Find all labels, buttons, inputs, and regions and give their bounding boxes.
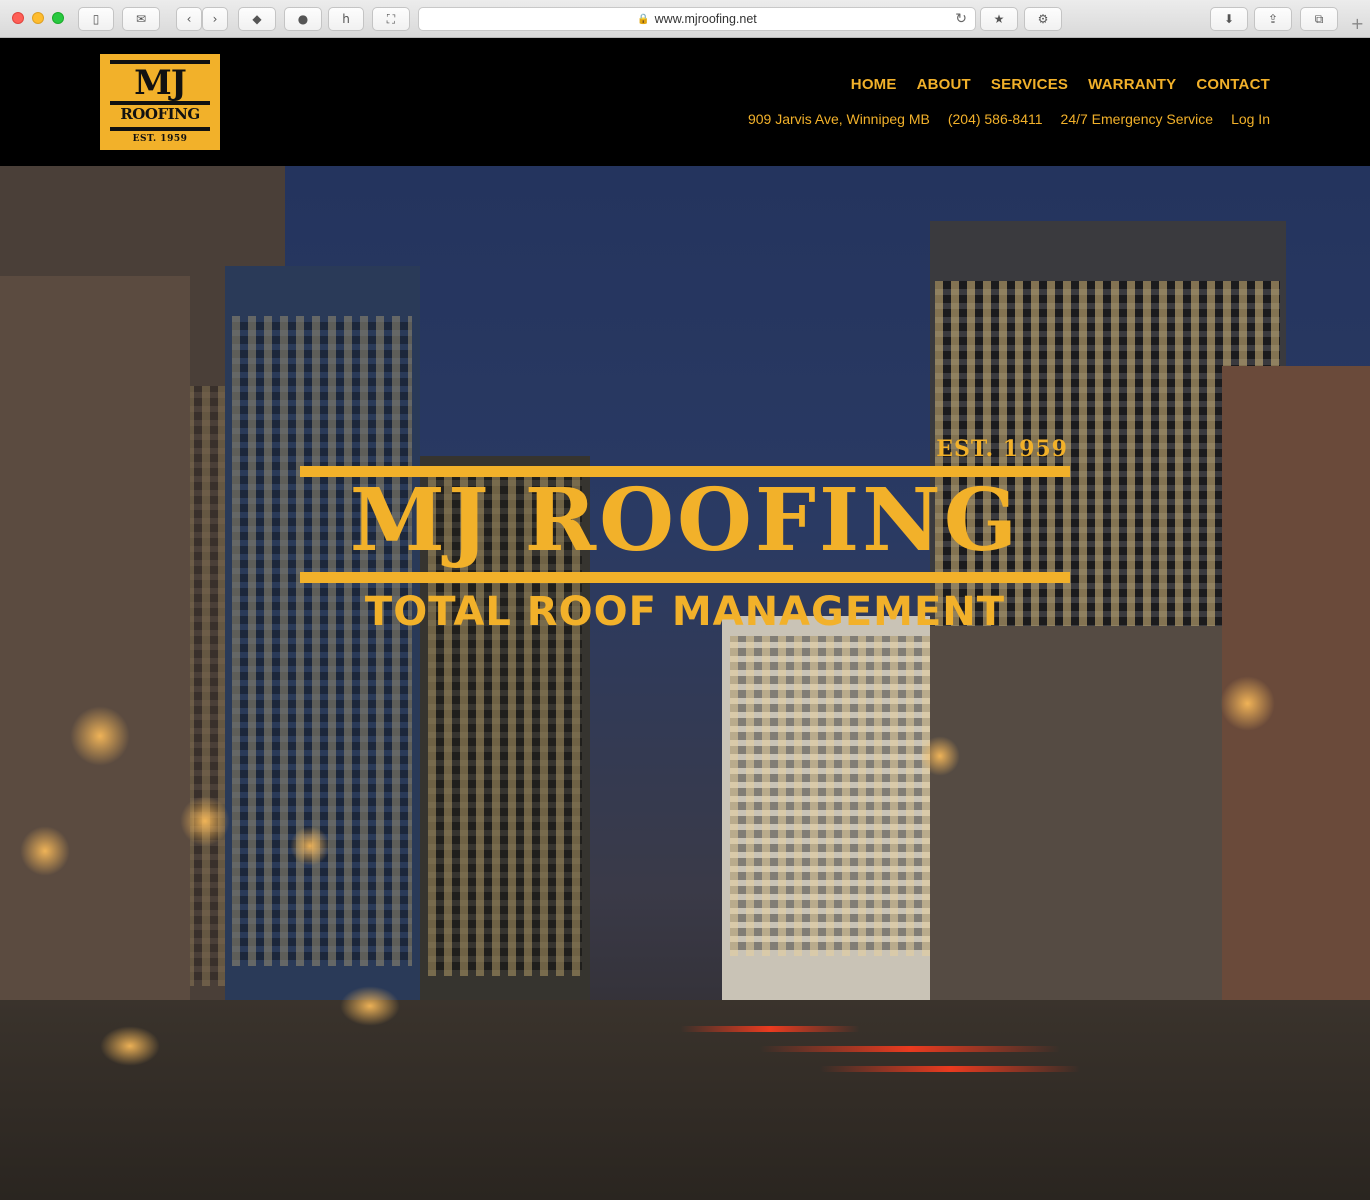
phone-link[interactable]: (204) 586-8411 bbox=[948, 111, 1043, 127]
building-left-front bbox=[0, 276, 190, 1076]
lock-icon: 🔒 bbox=[637, 13, 650, 25]
tabs-icon: ⧉ bbox=[1314, 11, 1324, 26]
grammarly-icon: ● bbox=[297, 12, 309, 26]
address-text: 909 Jarvis Ave, Winnipeg MB bbox=[747, 111, 930, 127]
car-headlights bbox=[340, 986, 400, 1026]
sidebar-icon: ▯ bbox=[92, 12, 100, 26]
building-center-white-windows bbox=[730, 636, 940, 956]
expand-icon: ⛶ bbox=[386, 11, 396, 26]
reload-icon[interactable]: ↻ bbox=[955, 11, 967, 27]
logo-rule-bottom bbox=[110, 127, 210, 131]
street-light bbox=[920, 736, 960, 776]
nav-contact[interactable]: CONTACT bbox=[1196, 76, 1270, 93]
hero-established: EST. 1959 bbox=[936, 436, 1068, 462]
tower-glass-windows bbox=[232, 316, 412, 966]
downloads-button[interactable]: ⬇ bbox=[1210, 7, 1248, 31]
mail-button[interactable]: ✉ bbox=[122, 7, 160, 31]
evernote-extension-button[interactable]: ◆ bbox=[238, 7, 276, 31]
hero-banner: EST. 1959 MJ ROOFING TOTAL ROOF MANAGEME… bbox=[0, 166, 1370, 1200]
building-right-lower bbox=[930, 626, 1230, 1046]
zoom-window-button[interactable] bbox=[52, 12, 64, 24]
new-tab-button[interactable]: + bbox=[1351, 14, 1364, 33]
street-light bbox=[70, 706, 130, 766]
site-logo[interactable]: MJ ROOFING EST. 1959 bbox=[100, 54, 220, 150]
hero-tagline: TOTAL ROOF MANAGEMENT bbox=[364, 589, 1006, 635]
grammarly-extension-button[interactable]: ● bbox=[284, 7, 322, 31]
nav-home[interactable]: HOME bbox=[851, 76, 897, 93]
logo-established: EST. 1959 bbox=[132, 134, 188, 144]
fullscreen-extension-button[interactable]: ⛶ bbox=[372, 7, 410, 31]
tail-light-streak bbox=[760, 1046, 1060, 1052]
honey-extension-button[interactable]: h bbox=[328, 7, 364, 31]
sidebar-toggle-button[interactable]: ▯ bbox=[78, 7, 114, 31]
street-light bbox=[290, 826, 330, 866]
nav-services[interactable]: SERVICES bbox=[991, 76, 1068, 93]
close-window-button[interactable] bbox=[12, 12, 24, 24]
forward-button[interactable]: › bbox=[202, 7, 228, 31]
nav-warranty[interactable]: WARRANTY bbox=[1088, 76, 1176, 93]
chevron-right-icon: › bbox=[212, 12, 218, 26]
share-icon: ⇪ bbox=[1267, 12, 1279, 26]
elephant-icon: ◆ bbox=[252, 12, 262, 26]
hero-company-name: MJ ROOFING bbox=[349, 470, 1021, 571]
bookmark-extension-button[interactable]: ★ bbox=[980, 7, 1018, 31]
minimize-window-button[interactable] bbox=[32, 12, 44, 24]
tail-light-streak bbox=[680, 1026, 860, 1032]
back-button[interactable]: ‹ bbox=[176, 7, 202, 31]
nav-about[interactable]: ABOUT bbox=[917, 76, 971, 93]
street-light bbox=[20, 826, 70, 876]
car-headlights bbox=[100, 1026, 160, 1066]
gear-icon: ⚙ bbox=[1037, 12, 1049, 26]
star-icon: ★ bbox=[993, 12, 1005, 26]
main-nav: HOME ABOUT SERVICES WARRANTY CONTACT bbox=[851, 76, 1270, 93]
honey-icon: h bbox=[342, 12, 350, 26]
hero-rule-bottom bbox=[300, 572, 1070, 583]
address-url: www.mjroofing.net bbox=[654, 12, 757, 26]
browser-toolbar: ▯ ✉ ‹ › ◆ ● h ⛶ 🔒 www.mjroofing.net ↻ ★ … bbox=[0, 0, 1370, 38]
site-header: MJ ROOFING EST. 1959 HOME ABOUT SERVICES… bbox=[0, 38, 1370, 166]
chevron-left-icon: ‹ bbox=[186, 12, 192, 26]
street-light bbox=[1220, 676, 1275, 731]
tail-light-streak bbox=[820, 1066, 1080, 1072]
emergency-service-link[interactable]: 24/7 Emergency Service bbox=[1061, 111, 1214, 127]
share-button[interactable]: ⇪ bbox=[1254, 7, 1292, 31]
street-light bbox=[180, 796, 230, 846]
address-bar[interactable]: 🔒 www.mjroofing.net ↻ bbox=[418, 7, 976, 31]
download-icon: ⬇ bbox=[1223, 12, 1235, 26]
contact-info-bar: 909 Jarvis Ave, Winnipeg MB (204) 586-84… bbox=[748, 111, 1270, 127]
tabs-overview-button[interactable]: ⧉ bbox=[1300, 7, 1338, 31]
envelope-icon: ✉ bbox=[135, 12, 147, 26]
logo-name-top: MJ bbox=[134, 63, 187, 103]
login-link[interactable]: Log In bbox=[1231, 111, 1270, 127]
settings-extension-button[interactable]: ⚙ bbox=[1024, 7, 1062, 31]
logo-name-bottom: ROOFING bbox=[120, 105, 200, 123]
